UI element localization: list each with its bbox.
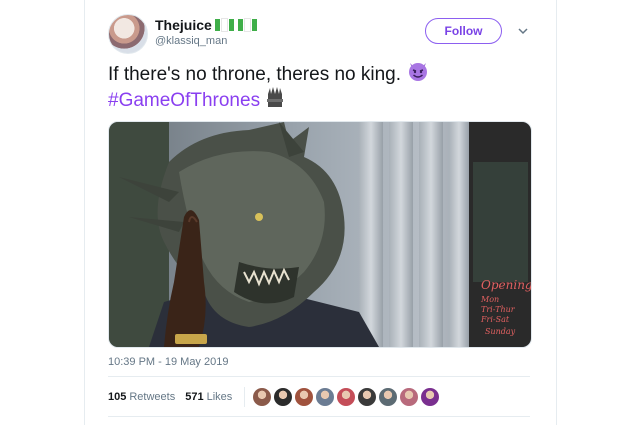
sign-opening: Opening bbox=[481, 278, 531, 292]
throne-icon bbox=[265, 86, 285, 116]
retweets-stat[interactable]: 105 Retweets bbox=[108, 391, 175, 403]
stats-separator bbox=[244, 387, 246, 407]
retweets-label: Retweets bbox=[129, 391, 176, 403]
divider bbox=[108, 416, 530, 417]
liker-avatar[interactable] bbox=[337, 388, 356, 406]
name-row: Thejuice bbox=[155, 16, 257, 34]
retweets-count: 105 bbox=[108, 391, 127, 403]
tweet-timestamp[interactable]: 10:39 PM - 19 May 2019 bbox=[108, 356, 228, 368]
liker-avatar[interactable] bbox=[421, 388, 440, 406]
nigeria-flag-icon bbox=[214, 18, 257, 32]
sign-tri-thur: Tri-Thur bbox=[481, 305, 516, 314]
tweet-body: If there's no throne, theres no king. bbox=[108, 64, 402, 85]
tweet-header: Thejuice @klassiq_man Follow bbox=[108, 14, 532, 54]
sign-mon: Mon bbox=[480, 295, 499, 304]
user-handle[interactable]: @klassiq_man bbox=[155, 35, 227, 47]
smiling-devil-icon bbox=[406, 59, 430, 91]
tweet-text: If there's no throne, theres no king. #G… bbox=[108, 62, 528, 114]
sign-fri-sat: Fri-Sat bbox=[480, 315, 510, 324]
liker-avatar[interactable] bbox=[358, 388, 377, 406]
engagement-stats: 105 Retweets 571 Likes bbox=[108, 387, 440, 407]
liker-avatars bbox=[253, 388, 440, 406]
liker-avatar[interactable] bbox=[253, 388, 272, 406]
hashtag-link[interactable]: #GameOfThrones bbox=[108, 88, 260, 114]
divider bbox=[108, 376, 530, 377]
likes-label: Likes bbox=[206, 391, 233, 403]
chevron-down-icon[interactable] bbox=[516, 24, 530, 38]
liker-avatar[interactable] bbox=[295, 388, 314, 406]
likes-count: 571 bbox=[185, 391, 204, 403]
liker-avatar[interactable] bbox=[274, 388, 293, 406]
liker-avatar[interactable] bbox=[400, 388, 419, 406]
tweet-media-image[interactable]: Opening Mon Tri-Thur Fri-Sat Sunday bbox=[108, 121, 532, 348]
display-name[interactable]: Thejuice bbox=[155, 17, 212, 33]
liker-avatar[interactable] bbox=[316, 388, 335, 406]
sign-sunday: Sunday bbox=[485, 327, 516, 336]
follow-button[interactable]: Follow bbox=[425, 18, 502, 44]
avatar[interactable] bbox=[108, 14, 148, 54]
likes-stat[interactable]: 571 Likes bbox=[185, 391, 232, 403]
liker-avatar[interactable] bbox=[379, 388, 398, 406]
